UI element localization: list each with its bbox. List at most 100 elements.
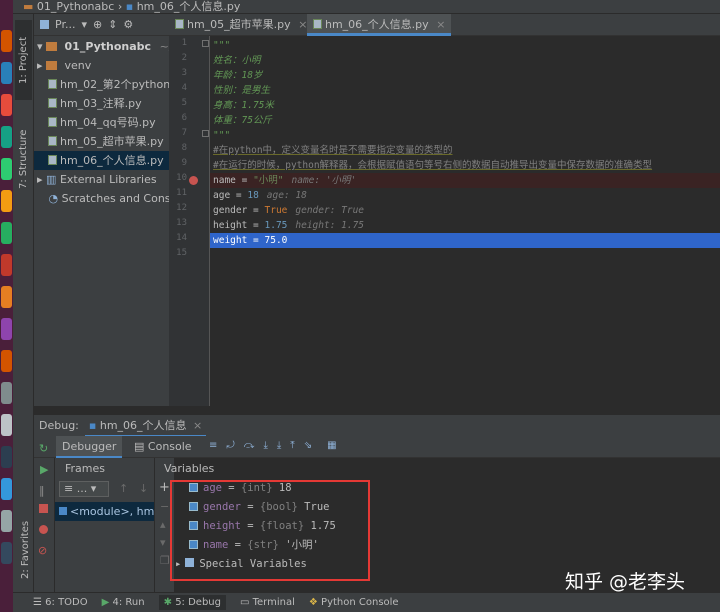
tree-scratches[interactable]: ◔ Scratches and Cons [34,189,170,208]
tree-root[interactable]: ▾ 01_Pythonabc ~/Des [34,37,169,56]
frames-label: Frames [65,462,106,475]
bug-icon: ✱ [163,597,172,608]
launcher-app-icon[interactable] [1,350,12,372]
python-console-tool-button[interactable]: ❖ Python Console [309,597,399,608]
var-name: weight [213,235,248,246]
line-number: 2 [181,53,187,63]
line-number: 15 [176,248,187,258]
var-value: 75.0 [264,235,288,246]
launcher-app-icon[interactable] [1,446,12,468]
move-up-icon[interactable]: ▴ [160,518,166,531]
launcher-app-icon[interactable] [1,30,12,52]
launcher-app-icon[interactable] [1,382,12,404]
fold-icon[interactable] [202,40,209,47]
mute-breakpoints-icon[interactable]: ⊘ [38,544,47,557]
nav-file[interactable]: hm_06_个人信息.py [137,0,241,13]
tree-item-file[interactable]: hm_03_注释.py [34,94,169,113]
debug-tool-button[interactable]: ✱ 5: Debug [158,595,226,610]
tree-item-file[interactable]: hm_05_超市苹果.py [34,132,169,151]
launcher-app-icon[interactable] [1,318,12,340]
code-line: 身高：1.75米 [213,100,274,111]
launcher-app-icon[interactable] [1,94,12,116]
tree-external-libraries[interactable]: ▸ ▥ External Libraries [34,170,169,189]
stop-icon[interactable] [39,504,48,513]
project-view-selector[interactable]: Pr... [55,18,75,31]
launcher-app-icon[interactable] [1,414,12,436]
nav-project[interactable]: 01_Pythonabc [37,0,114,13]
op: = [230,190,248,201]
run-tool-button[interactable]: ▶ 4: Run [102,597,145,608]
frames-thread-dropdown[interactable]: ≡ ... ▾ [59,481,109,497]
code-line-execution-point: weight = 75.0 [210,233,720,248]
tree-item-label: hm_05_超市苹果.py [60,135,164,148]
tab-hm06[interactable]: hm_06_个人信息.py × [307,14,452,36]
remove-watch-icon[interactable]: − [160,500,169,513]
run-to-cursor-icon[interactable]: ⇘ [304,440,312,451]
frame-icon [59,507,67,515]
tree-item-file[interactable]: hm_02_第2个python [34,75,169,94]
launcher-app-icon[interactable] [1,510,12,532]
launcher-app-icon[interactable] [1,254,12,276]
tab-hm05[interactable]: hm_05_超市苹果.py × [169,14,313,36]
var-value: 1.75 [264,220,288,231]
expand-arrow-icon[interactable]: ▸ [37,173,43,186]
debug-config-tab[interactable]: ▪ hm_06_个人信息 × [84,415,207,437]
fold-icon[interactable] [202,130,209,137]
launcher-app-icon[interactable] [1,542,12,564]
expand-arrow-icon[interactable]: ▸ [37,59,43,72]
inline-debug-value: gender: True [295,205,365,216]
console-icon: ▤ [134,440,145,453]
project-tool-tab[interactable]: 1: Project [15,20,32,100]
tree-item-file[interactable]: hm_04_qq号码.py [34,113,169,132]
line-number: 3 [181,68,187,78]
breakpoint-icon[interactable] [189,176,198,185]
arrow-down-icon[interactable]: ↓ [139,482,148,495]
tab-console[interactable]: ▤ Console [128,436,198,458]
favorites-tool-tab[interactable]: 2: Favorites [17,510,34,590]
close-icon[interactable]: × [193,419,202,432]
launcher-app-icon[interactable] [1,190,12,212]
tab-label: hm_05_超市苹果.py [187,18,291,31]
move-down-icon[interactable]: ▾ [160,536,166,549]
arrow-up-icon[interactable]: ↑ [119,482,128,495]
launcher-app-icon[interactable] [1,478,12,500]
code-editor[interactable]: """ 姓名：小明 年龄：18岁 性别：是男生 身高：1.75米 体重：75公斤… [210,36,720,406]
todo-tool-button[interactable]: ☰ 6: TODO [33,597,88,608]
expand-arrow-icon[interactable]: ▾ [37,40,43,53]
step-out-icon[interactable]: ⤒ [290,440,294,451]
tree-item-venv[interactable]: ▸ venv [34,56,169,75]
structure-tool-tab[interactable]: 7: Structure [15,114,32,204]
launcher-app-icon[interactable] [1,158,12,180]
highlight-box [170,480,370,581]
frame-item[interactable]: <module>, hm [55,502,154,521]
launcher-app-icon[interactable] [1,126,12,148]
launcher-app-icon[interactable] [1,62,12,84]
show-execution-point-icon[interactable]: ⤾ [226,440,234,451]
op: = [247,220,265,231]
launcher-app-icon[interactable] [1,286,12,308]
add-watch-icon[interactable]: + [159,480,170,495]
locate-icon[interactable]: ⊕ [93,18,102,31]
var-value: True [264,205,288,216]
code-line: 姓名：小明 [213,55,261,66]
rerun-icon[interactable]: ↻ [39,442,48,455]
tab-debugger[interactable]: Debugger [56,436,123,458]
step-icon[interactable]: ≡ [209,440,217,451]
tree-item-label: hm_04_qq号码.py [60,116,156,129]
tree-item-file-selected[interactable]: hm_06_个人信息.py [34,151,169,170]
step-into-icon[interactable]: ⤓ [263,440,267,451]
chevron-down-icon[interactable]: ▾ [81,18,87,31]
launcher-app-icon[interactable] [1,222,12,244]
close-icon[interactable]: × [436,18,445,31]
terminal-tool-button[interactable]: ▭ Terminal [240,597,295,608]
editor-gutter[interactable]: 1 2 3 4 5 6 7 8 9 10 11 12 13 14 15 [169,36,210,406]
evaluate-icon[interactable]: ▦ [327,440,336,451]
copy-icon[interactable]: ❐ [160,554,170,567]
step-over-icon[interactable]: ⤼ [244,440,255,451]
pause-icon[interactable]: ‖ [39,484,45,497]
gear-icon[interactable]: ⚙ [123,18,133,31]
resume-icon[interactable]: ▶ [40,463,48,476]
collapse-icon[interactable]: ⇕ [108,18,117,31]
step-into-my-code-icon[interactable]: ⤓ [277,440,281,451]
view-breakpoints-icon[interactable] [39,525,48,534]
